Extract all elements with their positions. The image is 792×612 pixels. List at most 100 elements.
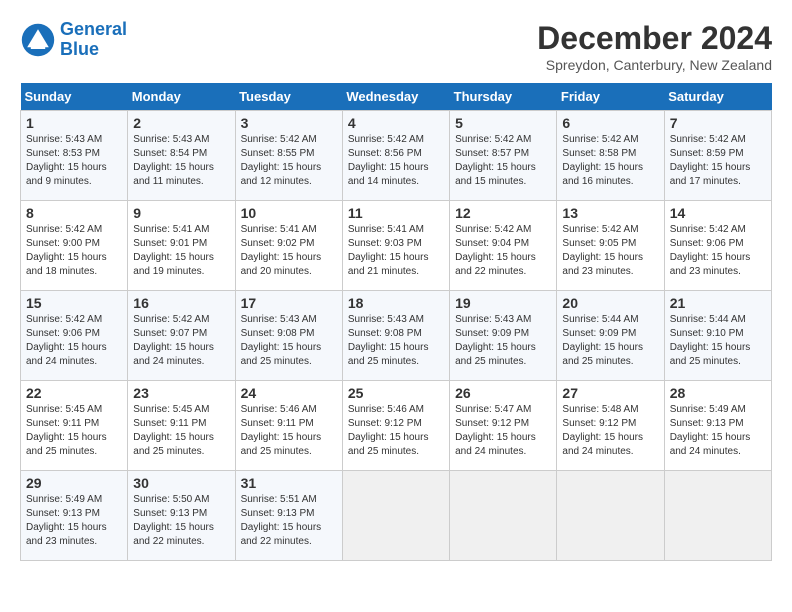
header-thursday: Thursday [450,83,557,111]
day-cell-4: 4 Sunrise: 5:42 AM Sunset: 8:56 PM Daylig… [342,111,449,201]
day-number-9: 9 [133,205,229,221]
day-cell-3: 3 Sunrise: 5:42 AM Sunset: 8:55 PM Daylig… [235,111,342,201]
day-number-13: 13 [562,205,658,221]
day-info-23: Sunrise: 5:45 AM Sunset: 9:11 PM Dayligh… [133,403,229,459]
day-number-6: 6 [562,115,658,131]
day-info-30: Sunrise: 5:50 AM Sunset: 9:13 PM Dayligh… [133,493,229,549]
day-number-23: 23 [133,385,229,401]
day-number-17: 17 [241,295,337,311]
week-row-3: 15Sunrise: 5:42 AM Sunset: 9:06 PM Dayli… [21,291,772,381]
day-info-25: Sunrise: 5:46 AM Sunset: 9:12 PM Dayligh… [348,403,444,459]
day-cell-11: 11 Sunrise: 5:41 AM Sunset: 9:03 PM Dayli… [342,201,449,291]
day-info-21: Sunrise: 5:44 AM Sunset: 9:10 PM Dayligh… [670,313,766,369]
day-cell-7: 7 Sunrise: 5:42 AM Sunset: 8:59 PM Daylig… [664,111,771,201]
header-friday: Friday [557,83,664,111]
day-number-8: 8 [26,205,122,221]
day-info-19: Sunrise: 5:43 AM Sunset: 9:09 PM Dayligh… [455,313,551,369]
day-info-1: Sunrise: 5:43 AM Sunset: 8:53 PM Dayligh… [26,133,122,189]
week-row-4: 22 Sunrise: 5:45 AM Sunset: 9:11 PM Dayli… [21,381,772,471]
week-row-5: 29 Sunrise: 5:49 AM Sunset: 9:13 PM Dayli… [21,471,772,561]
header-row: SundayMondayTuesdayWednesdayThursdayFrid… [21,83,772,111]
day-cell-24: 24 Sunrise: 5:46 AM Sunset: 9:11 PM Dayli… [235,381,342,471]
page-header: General Blue December 2024 Spreydon, Can… [20,20,772,73]
day-cell-29: 29 Sunrise: 5:49 AM Sunset: 9:13 PM Dayli… [21,471,128,561]
week-row-1: 1 Sunrise: 5:43 AM Sunset: 8:53 PM Daylig… [21,111,772,201]
day-info-11: Sunrise: 5:41 AM Sunset: 9:03 PM Dayligh… [348,223,444,279]
header-tuesday: Tuesday [235,83,342,111]
day-number-29: 29 [26,475,122,491]
day-cell-12: 12Sunrise: 5:42 AM Sunset: 9:04 PM Dayli… [450,201,557,291]
day-number-11: 11 [348,205,444,221]
day-number-16: 16 [133,295,229,311]
day-info-29: Sunrise: 5:49 AM Sunset: 9:13 PM Dayligh… [26,493,122,549]
day-cell-10: 10Sunrise: 5:41 AM Sunset: 9:02 PM Dayli… [235,201,342,291]
day-info-13: Sunrise: 5:42 AM Sunset: 9:05 PM Dayligh… [562,223,658,279]
day-number-15: 15 [26,295,122,311]
day-number-30: 30 [133,475,229,491]
month-title: December 2024 [537,20,772,57]
day-cell-16: 16 Sunrise: 5:42 AM Sunset: 9:07 PM Dayli… [128,291,235,381]
day-number-18: 18 [348,295,444,311]
day-cell-25: 25 Sunrise: 5:46 AM Sunset: 9:12 PM Dayli… [342,381,449,471]
empty-cell [557,471,664,561]
day-number-31: 31 [241,475,337,491]
header-sunday: Sunday [21,83,128,111]
day-info-7: Sunrise: 5:42 AM Sunset: 8:59 PM Dayligh… [670,133,766,189]
day-info-2: Sunrise: 5:43 AM Sunset: 8:54 PM Dayligh… [133,133,229,189]
day-info-18: Sunrise: 5:43 AM Sunset: 9:08 PM Dayligh… [348,313,444,369]
day-number-20: 20 [562,295,658,311]
day-number-1: 1 [26,115,122,131]
day-cell-30: 30 Sunrise: 5:50 AM Sunset: 9:13 PM Dayli… [128,471,235,561]
header-saturday: Saturday [664,83,771,111]
day-info-5: Sunrise: 5:42 AM Sunset: 8:57 PM Dayligh… [455,133,551,189]
day-info-6: Sunrise: 5:42 AM Sunset: 8:58 PM Dayligh… [562,133,658,189]
day-cell-27: 27Sunrise: 5:48 AM Sunset: 9:12 PM Dayli… [557,381,664,471]
day-info-28: Sunrise: 5:49 AM Sunset: 9:13 PM Dayligh… [670,403,766,459]
day-info-3: Sunrise: 5:42 AM Sunset: 8:55 PM Dayligh… [241,133,337,189]
title-block: December 2024 Spreydon, Canterbury, New … [537,20,772,73]
day-info-22: Sunrise: 5:45 AM Sunset: 9:11 PM Dayligh… [26,403,122,459]
day-cell-8: 8Sunrise: 5:42 AM Sunset: 9:00 PM Daylig… [21,201,128,291]
day-info-9: Sunrise: 5:41 AM Sunset: 9:01 PM Dayligh… [133,223,229,279]
day-number-24: 24 [241,385,337,401]
day-number-22: 22 [26,385,122,401]
header-monday: Monday [128,83,235,111]
day-number-10: 10 [241,205,337,221]
empty-cell [450,471,557,561]
day-cell-6: 6 Sunrise: 5:42 AM Sunset: 8:58 PM Daylig… [557,111,664,201]
day-cell-26: 26Sunrise: 5:47 AM Sunset: 9:12 PM Dayli… [450,381,557,471]
day-number-21: 21 [670,295,766,311]
calendar-table: SundayMondayTuesdayWednesdayThursdayFrid… [20,83,772,561]
day-cell-20: 20 Sunrise: 5:44 AM Sunset: 9:09 PM Dayli… [557,291,664,381]
empty-cell [342,471,449,561]
day-cell-18: 18 Sunrise: 5:43 AM Sunset: 9:08 PM Dayli… [342,291,449,381]
day-cell-9: 9 Sunrise: 5:41 AM Sunset: 9:01 PM Daylig… [128,201,235,291]
day-number-4: 4 [348,115,444,131]
day-cell-15: 15Sunrise: 5:42 AM Sunset: 9:06 PM Dayli… [21,291,128,381]
day-number-3: 3 [241,115,337,131]
day-cell-23: 23 Sunrise: 5:45 AM Sunset: 9:11 PM Dayli… [128,381,235,471]
week-row-2: 8Sunrise: 5:42 AM Sunset: 9:00 PM Daylig… [21,201,772,291]
day-info-20: Sunrise: 5:44 AM Sunset: 9:09 PM Dayligh… [562,313,658,369]
day-number-25: 25 [348,385,444,401]
day-cell-2: 2 Sunrise: 5:43 AM Sunset: 8:54 PM Daylig… [128,111,235,201]
day-info-16: Sunrise: 5:42 AM Sunset: 9:07 PM Dayligh… [133,313,229,369]
day-cell-1: 1 Sunrise: 5:43 AM Sunset: 8:53 PM Daylig… [21,111,128,201]
day-info-4: Sunrise: 5:42 AM Sunset: 8:56 PM Dayligh… [348,133,444,189]
day-info-24: Sunrise: 5:46 AM Sunset: 9:11 PM Dayligh… [241,403,337,459]
day-info-17: Sunrise: 5:43 AM Sunset: 9:08 PM Dayligh… [241,313,337,369]
day-cell-28: 28Sunrise: 5:49 AM Sunset: 9:13 PM Dayli… [664,381,771,471]
day-info-14: Sunrise: 5:42 AM Sunset: 9:06 PM Dayligh… [670,223,766,279]
day-cell-21: 21 Sunrise: 5:44 AM Sunset: 9:10 PM Dayli… [664,291,771,381]
logo-text: General Blue [60,20,127,60]
day-info-31: Sunrise: 5:51 AM Sunset: 9:13 PM Dayligh… [241,493,337,549]
day-number-7: 7 [670,115,766,131]
day-number-26: 26 [455,385,551,401]
day-cell-19: 19Sunrise: 5:43 AM Sunset: 9:09 PM Dayli… [450,291,557,381]
header-wednesday: Wednesday [342,83,449,111]
day-cell-13: 13 Sunrise: 5:42 AM Sunset: 9:05 PM Dayli… [557,201,664,291]
day-number-14: 14 [670,205,766,221]
location: Spreydon, Canterbury, New Zealand [537,57,772,73]
empty-cell [664,471,771,561]
day-number-2: 2 [133,115,229,131]
